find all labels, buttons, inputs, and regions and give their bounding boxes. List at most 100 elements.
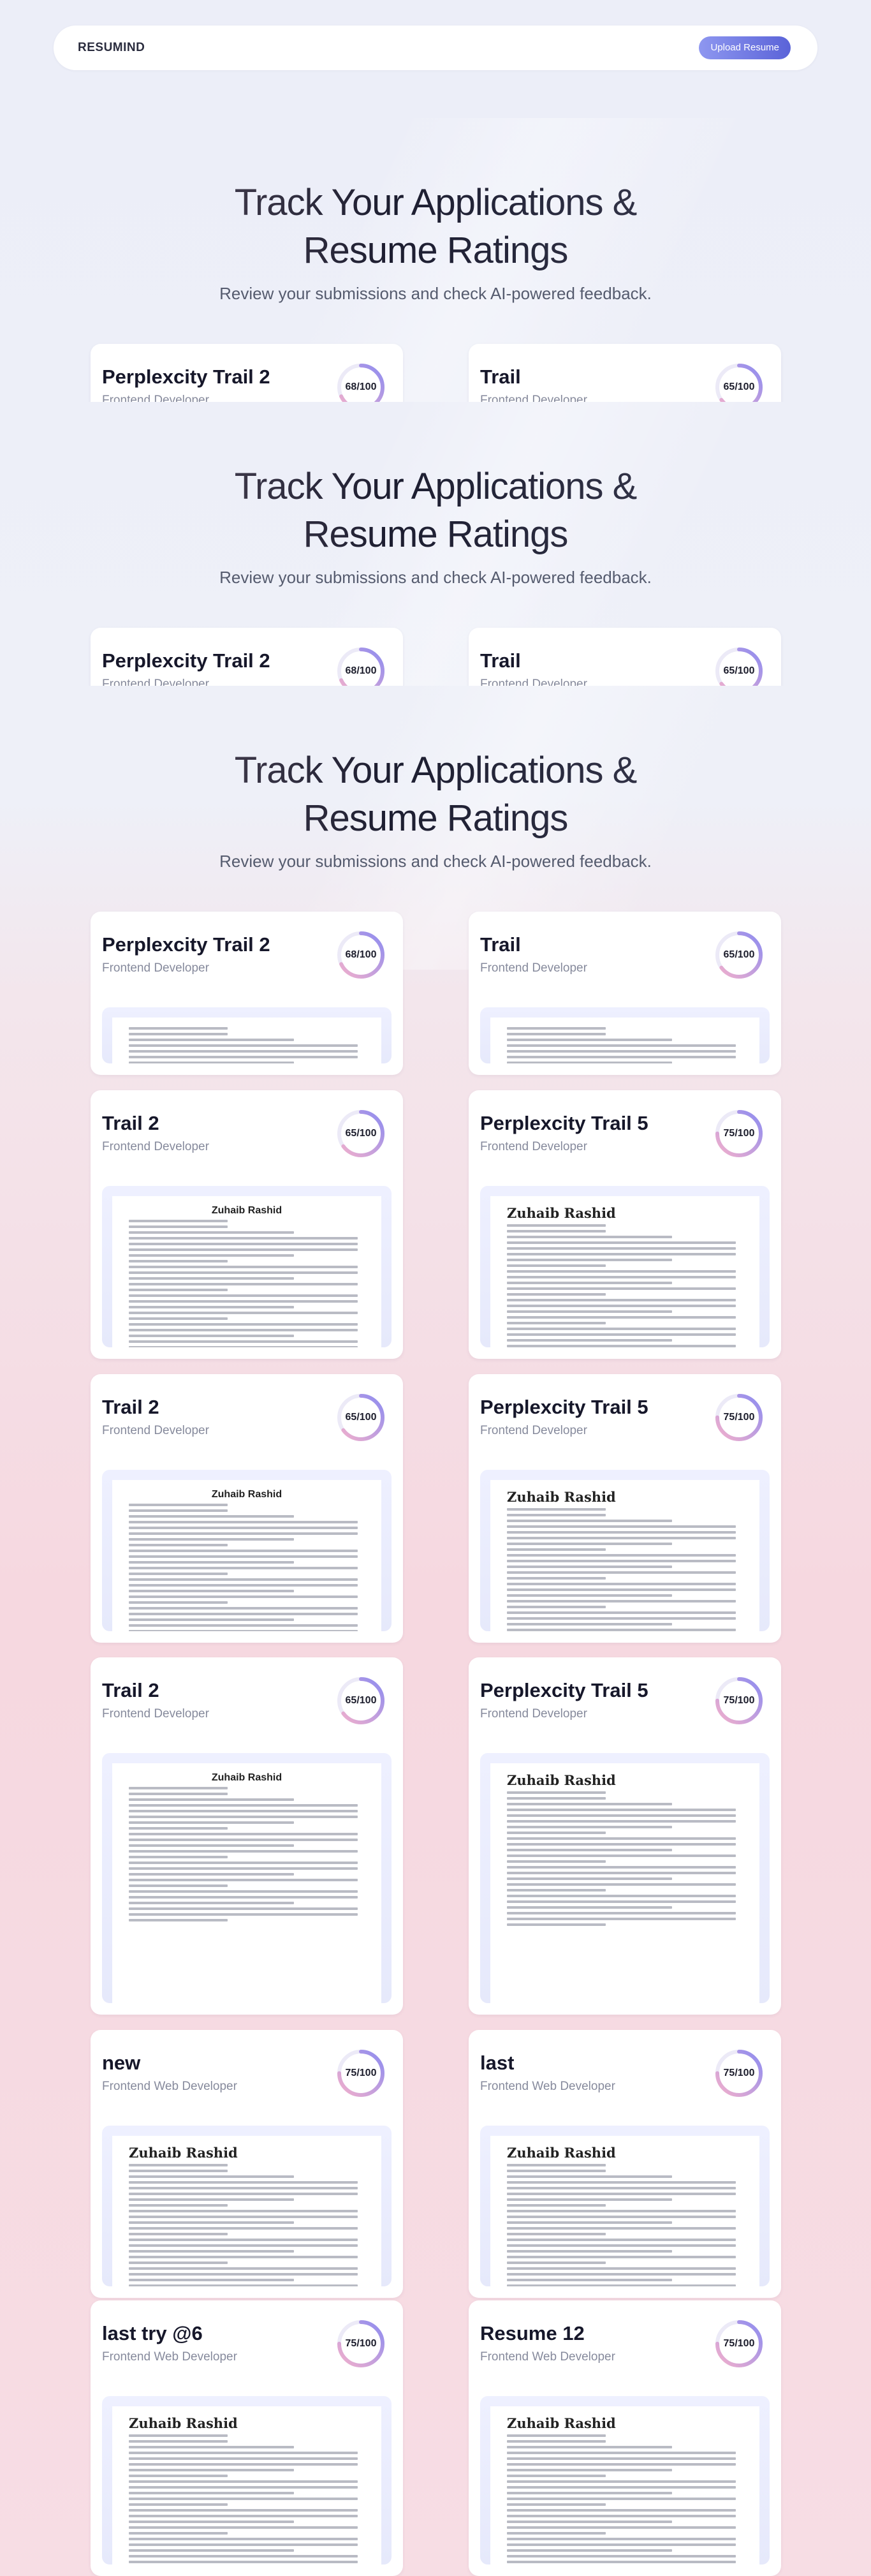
- resume-document: [112, 1018, 381, 1063]
- hero-section: Track Your Applications & Resume Ratings…: [0, 118, 871, 402]
- resume-card-title: Perplexcity Trail 5: [480, 1679, 648, 1701]
- resume-card[interactable]: new Frontend Web Developer 75/100 Zuhaib…: [91, 2030, 403, 2298]
- resume-card[interactable]: Trail Frontend Developer 65/100: [469, 628, 781, 686]
- resume-text-line: [507, 1849, 672, 1851]
- logo[interactable]: RESUMIND: [78, 41, 145, 55]
- resume-text-line: [129, 1578, 358, 1581]
- resume-card-role: Frontend Developer: [480, 1707, 587, 1721]
- resume-preview[interactable]: Zuhaib Rashid: [480, 2126, 770, 2286]
- resume-text-line: [129, 1573, 228, 1575]
- resume-card[interactable]: Perplexcity Trail 5 Frontend Developer 7…: [469, 1657, 781, 2015]
- resume-card[interactable]: last Frontend Web Developer 75/100 Zuhai…: [469, 2030, 781, 2298]
- resume-text-line: [507, 2204, 606, 2207]
- score-label: 75/100: [723, 1695, 755, 1706]
- resume-text-line: [129, 2204, 228, 2207]
- resume-text-line: [507, 2267, 736, 2270]
- resume-card[interactable]: Trail 2 Frontend Developer 65/100 Zuhaib…: [91, 1657, 403, 2015]
- resume-text-line: [507, 1293, 606, 1296]
- resume-text-line: [507, 2279, 672, 2281]
- resume-text-line: [129, 1850, 358, 1853]
- resume-text-line: [507, 1560, 736, 1562]
- resume-text-line: [507, 1577, 606, 1580]
- resume-card[interactable]: Trail Frontend Developer 65/100: [469, 912, 781, 1075]
- resume-preview[interactable]: Zuhaib Rashid: [102, 1186, 392, 1347]
- resume-text-line: [507, 2181, 736, 2184]
- resume-text-line: [129, 2284, 358, 2286]
- resume-preview[interactable]: Zuhaib Rashid: [480, 1753, 770, 2003]
- resume-text-line: [129, 1810, 358, 1812]
- resume-card[interactable]: Trail 2 Frontend Developer 65/100 Zuhaib…: [91, 1090, 403, 1359]
- resume-text-line: [129, 1601, 228, 1604]
- resume-text-line: [507, 2434, 606, 2437]
- resume-text-line: [129, 2244, 358, 2247]
- resume-text-line: [129, 2233, 228, 2235]
- resume-text-line: [129, 1833, 358, 1835]
- resume-text-line: [129, 1804, 358, 1807]
- resume-text-line: [129, 2434, 228, 2437]
- resume-text-line: [129, 1062, 294, 1063]
- resume-text-line: [507, 2475, 606, 2477]
- resume-preview[interactable]: Zuhaib Rashid: [102, 2396, 392, 2565]
- resume-text-line: [507, 2469, 672, 2471]
- resume-card-title: last try @6: [102, 2322, 203, 2344]
- resume-preview[interactable]: Zuhaib Rashid: [102, 1470, 392, 1631]
- score-ring: 65/100: [336, 1393, 386, 1442]
- resume-text-line: [129, 1220, 228, 1222]
- resume-preview[interactable]: Zuhaib Rashid: [480, 1470, 770, 1631]
- resume-text-line: [507, 2543, 736, 2546]
- resume-text-line: [507, 1826, 672, 1828]
- resume-preview[interactable]: Zuhaib Rashid: [480, 2396, 770, 2565]
- resume-card[interactable]: Perplexcity Trail 2 Frontend Developer 6…: [91, 912, 403, 1075]
- resume-card[interactable]: Resume 12 Frontend Web Developer 75/100 …: [469, 2300, 781, 2576]
- resume-text-line: [507, 1900, 736, 1903]
- resume-text-line: [507, 1345, 736, 1347]
- resume-card-role: Frontend Developer: [102, 961, 209, 975]
- resume-text-line: [129, 2221, 294, 2224]
- resume-card-role: Frontend Developer: [102, 1424, 209, 1437]
- resume-text-line: [507, 1287, 736, 1290]
- resume-text-line: [129, 1271, 358, 1274]
- resume-text-line: [507, 2457, 736, 2460]
- score-ring: 75/100: [714, 1109, 764, 1158]
- resume-text-line: [507, 1033, 606, 1035]
- resume-card-title: Resume 12: [480, 2322, 585, 2344]
- resume-text-line: [129, 2515, 358, 2517]
- resume-card[interactable]: Perplexcity Trail 5 Frontend Developer 7…: [469, 1090, 781, 1359]
- resume-text-line: [129, 2509, 358, 2512]
- resume-text-line: [507, 1809, 736, 1811]
- score-ring: 75/100: [714, 2048, 764, 2098]
- resume-text-line: [129, 2273, 358, 2276]
- resume-document: [490, 1018, 759, 1063]
- resume-text-line: [129, 2480, 358, 2483]
- resume-card[interactable]: Perplexcity Trail 2 Frontend Developer 6…: [91, 344, 403, 402]
- resume-preview[interactable]: [102, 1007, 392, 1063]
- resume-card[interactable]: Perplexcity Trail 2 Frontend Developer 6…: [91, 628, 403, 686]
- resume-preview[interactable]: Zuhaib Rashid: [102, 2126, 392, 2286]
- resume-text-line: [129, 2164, 228, 2166]
- upload-resume-button[interactable]: Upload Resume: [699, 36, 791, 59]
- resume-text-line: [129, 1323, 358, 1326]
- resume-text-line: [129, 1300, 358, 1303]
- resume-text-line: [507, 2532, 606, 2535]
- resume-preview-name: Zuhaib Rashid: [507, 2415, 616, 2431]
- resume-preview[interactable]: [480, 1007, 770, 1063]
- resume-text-line: [129, 1618, 294, 1621]
- resume-text-line: [129, 1839, 358, 1841]
- resume-text-line: [129, 1538, 294, 1541]
- resume-card[interactable]: last try @6 Frontend Web Developer 75/10…: [91, 2300, 403, 2576]
- resume-card[interactable]: Trail 2 Frontend Developer 65/100 Zuhaib…: [91, 1374, 403, 1643]
- resume-preview[interactable]: Zuhaib Rashid: [480, 1186, 770, 1347]
- resume-text-line: [129, 1879, 358, 1881]
- resume-document: Zuhaib Rashid: [490, 2406, 759, 2565]
- resume-card-role: Frontend Developer: [480, 1140, 587, 1153]
- resume-text-line: [507, 1027, 606, 1030]
- resume-text-line: [507, 2170, 606, 2172]
- resume-text-line: [507, 1056, 736, 1058]
- resume-card[interactable]: Perplexcity Trail 5 Frontend Developer 7…: [469, 1374, 781, 1643]
- resume-text-line: [507, 1264, 606, 1267]
- resume-text-line: [507, 1600, 736, 1603]
- resume-preview[interactable]: Zuhaib Rashid: [102, 1753, 392, 2003]
- resume-text-line: [129, 1630, 358, 1631]
- resume-card[interactable]: Trail Frontend Developer 65/100: [469, 344, 781, 402]
- resume-text-line: [507, 2446, 672, 2448]
